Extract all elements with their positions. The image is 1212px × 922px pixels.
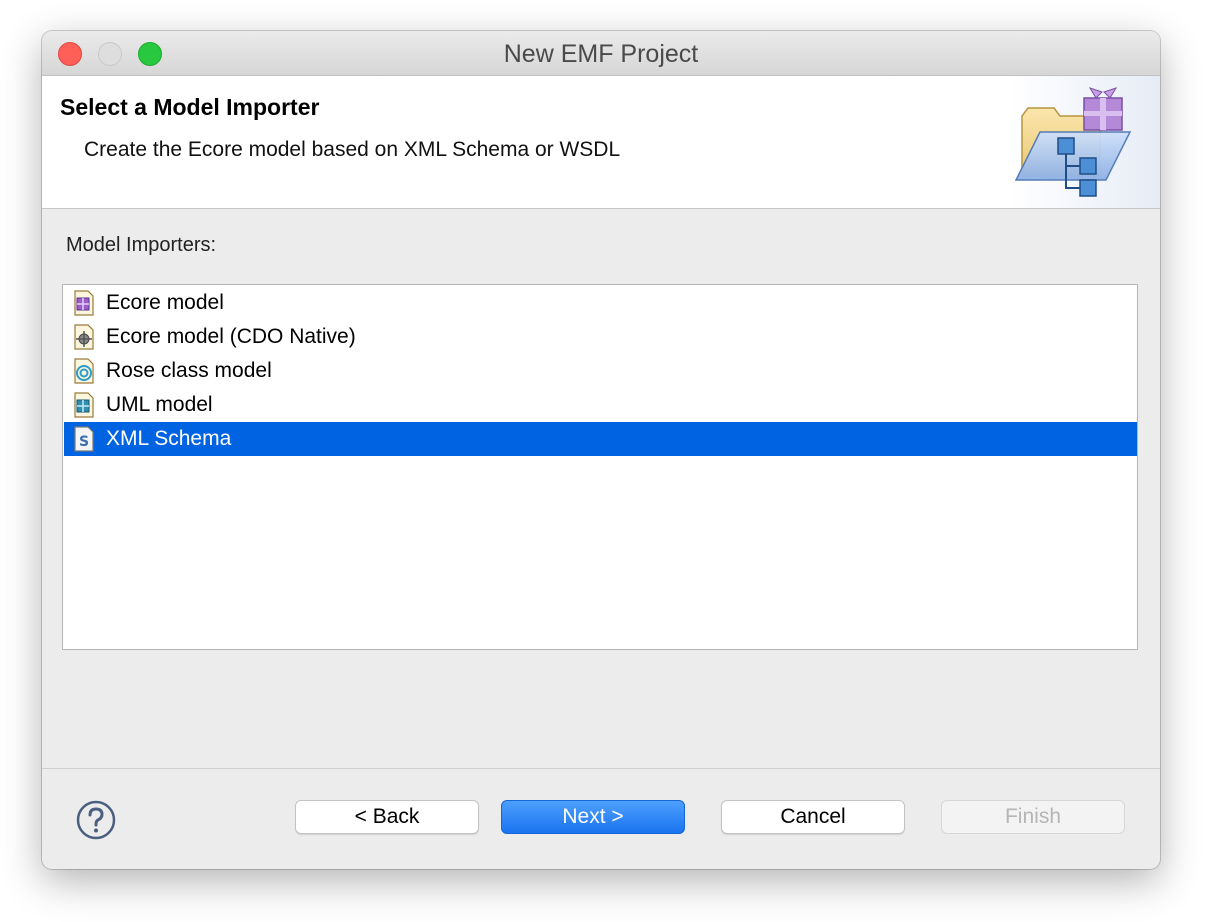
list-item-xml-schema[interactable]: S XML Schema — [64, 422, 1137, 456]
rose-model-icon — [74, 358, 94, 384]
emf-project-wizard-icon — [1010, 76, 1160, 208]
list-item-label: UML model — [106, 393, 213, 416]
title-bar[interactable]: New EMF Project — [42, 31, 1160, 76]
list-item-ecore-model[interactable]: Ecore model — [64, 286, 1137, 320]
window-title: New EMF Project — [503, 40, 699, 68]
ecore-model-icon — [74, 290, 94, 316]
list-item-rose-model[interactable]: Rose class model — [64, 354, 1137, 388]
help-button[interactable] — [76, 800, 116, 840]
wizard-header: Select a Model Importer Create the Ecore… — [42, 76, 1160, 209]
dialog-window: New EMF Project Select a Model Importer … — [42, 31, 1160, 869]
svg-text:S: S — [79, 434, 89, 450]
list-item-label: Rose class model — [106, 359, 272, 382]
next-button[interactable]: Next > — [501, 800, 685, 834]
list-item-label: XML Schema — [106, 427, 232, 450]
list-item-uml-model[interactable]: UML model — [64, 388, 1137, 422]
page-title: Select a Model Importer — [60, 94, 320, 120]
footer-divider — [42, 768, 1160, 769]
finish-button: Finish — [941, 800, 1125, 834]
list-item-cdo-native[interactable]: Ecore model (CDO Native) — [64, 320, 1137, 354]
model-importers-list[interactable]: Ecore model Ecore model (CDO Native) Ros… — [62, 284, 1138, 650]
cdo-native-icon — [74, 324, 94, 350]
list-item-label: Ecore model (CDO Native) — [106, 325, 356, 348]
xml-schema-icon: S — [74, 426, 94, 452]
cancel-button[interactable]: Cancel — [721, 800, 905, 834]
help-icon — [76, 800, 116, 840]
back-button[interactable]: < Back — [295, 800, 479, 834]
uml-model-icon — [74, 392, 94, 418]
list-item-label: Ecore model — [106, 291, 224, 314]
model-importers-label: Model Importers: — [66, 234, 217, 256]
page-description: Create the Ecore model based on XML Sche… — [84, 138, 621, 161]
